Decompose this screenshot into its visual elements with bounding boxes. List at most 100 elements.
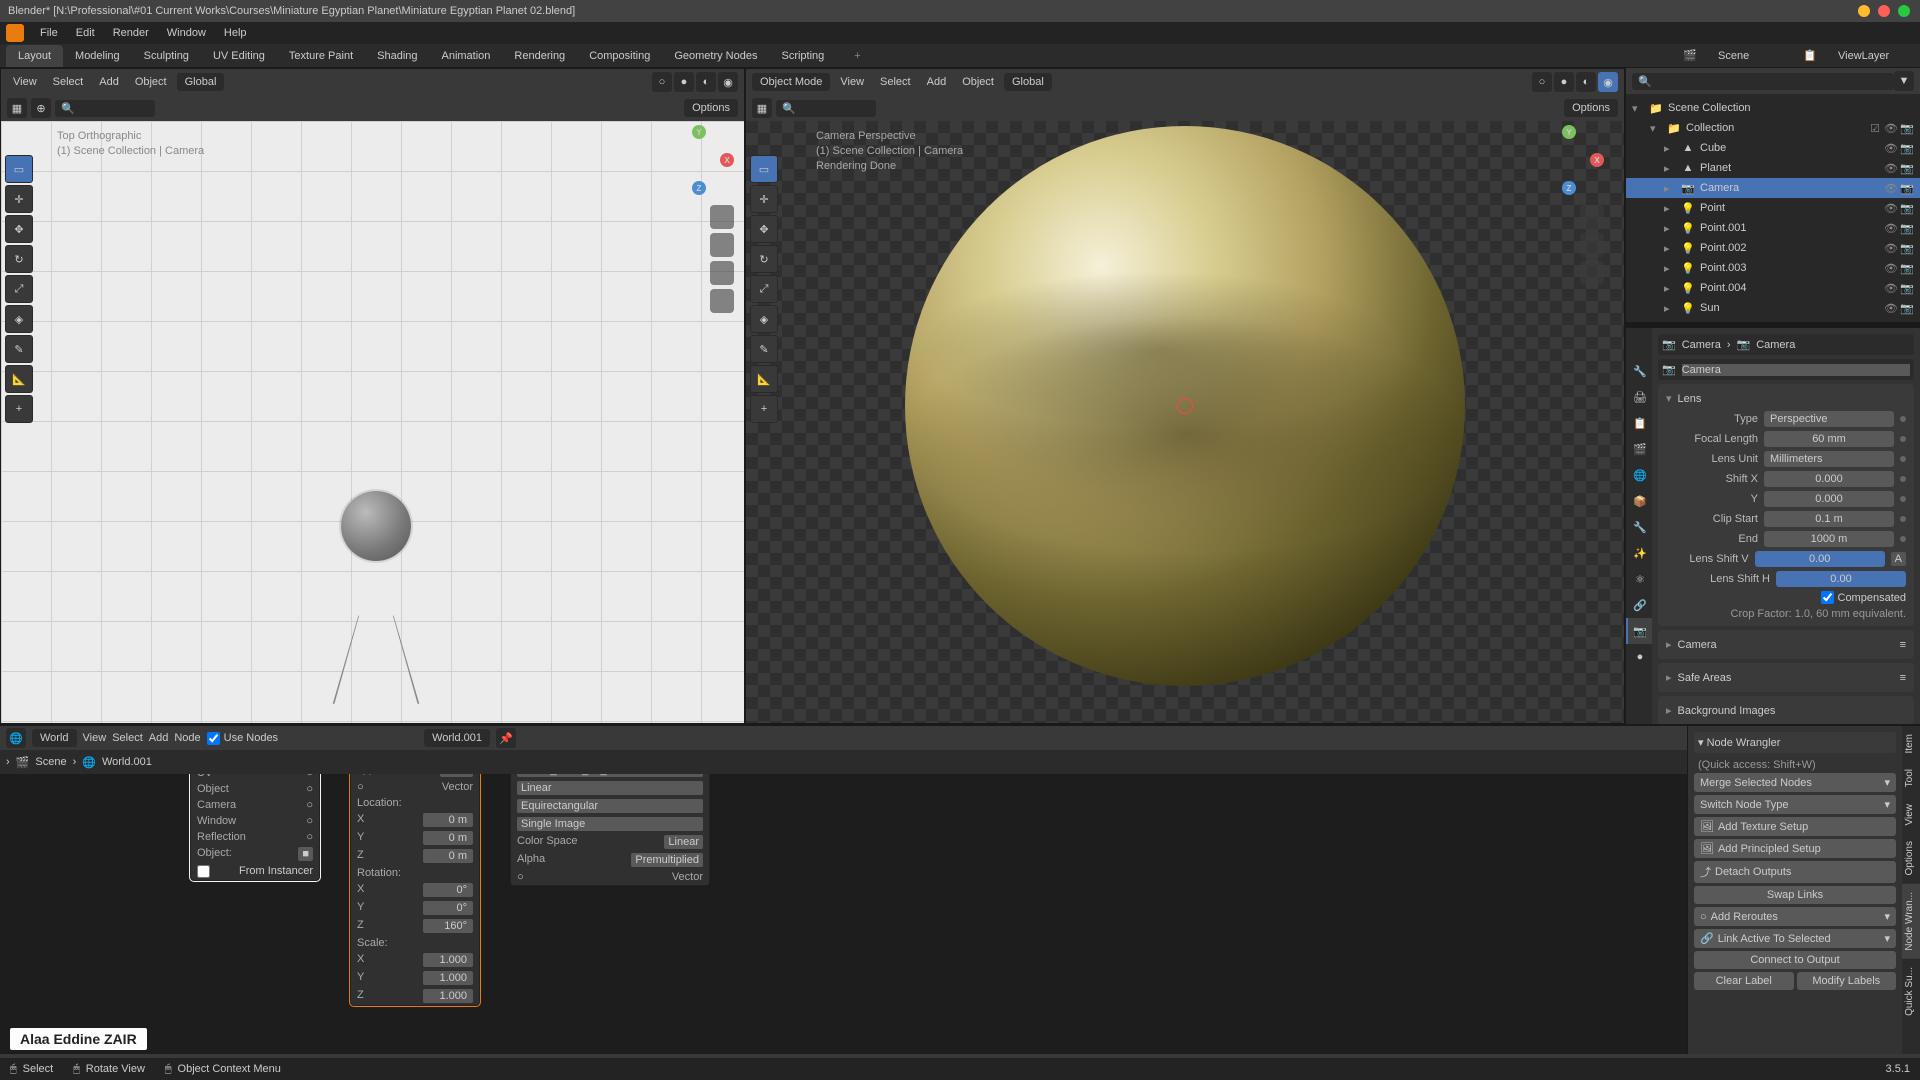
menu-window[interactable]: Window xyxy=(159,24,214,42)
interpolation-dropdown[interactable]: Linear xyxy=(517,781,703,795)
clip-end-field[interactable]: 1000 m xyxy=(1764,531,1894,547)
render-toggle[interactable]: 📷 xyxy=(1900,282,1914,295)
orientation-dropdown[interactable]: Global xyxy=(177,73,225,91)
lens-shift-h-field[interactable]: 0.00 xyxy=(1776,571,1906,587)
menu-file[interactable]: File xyxy=(32,24,66,42)
scale-tool[interactable]: ⤢ xyxy=(750,275,778,303)
world-dropdown[interactable]: World xyxy=(32,729,77,747)
ne-menu-add[interactable]: Add xyxy=(149,732,169,744)
prop-tab-constraints[interactable]: 🔗 xyxy=(1626,592,1652,618)
source-dropdown[interactable]: Single Image xyxy=(517,817,703,831)
options-dropdown[interactable]: Options xyxy=(1564,99,1618,117)
vp-menu-view[interactable]: View xyxy=(834,74,870,90)
blender-logo-icon[interactable] xyxy=(6,24,24,42)
render-toggle[interactable]: 📷 xyxy=(1900,122,1914,135)
outliner-item-point[interactable]: ▸💡Point👁📷 xyxy=(1626,198,1920,218)
options-dropdown[interactable]: Options xyxy=(684,99,738,117)
vtab-quick[interactable]: Quick Su... xyxy=(1902,959,1920,1024)
vp-menu-object[interactable]: Object xyxy=(956,74,1000,90)
clear-label-button[interactable]: Clear Label xyxy=(1694,972,1794,990)
path-scene[interactable]: Scene xyxy=(35,756,66,768)
tab-compositing[interactable]: Compositing xyxy=(577,45,662,67)
zoom-icon[interactable] xyxy=(1580,205,1604,229)
node-canvas[interactable]: UV○ Object○ Camera○ Window○ Reflection○ … xyxy=(0,774,1687,1054)
outliner-item-cube[interactable]: ▸▲Cube👁📷 xyxy=(1626,138,1920,158)
vp-menu-select[interactable]: Select xyxy=(47,74,90,90)
add-tool[interactable]: + xyxy=(5,395,33,423)
type-dropdown[interactable]: Point xyxy=(440,774,473,777)
path-world[interactable]: World.001 xyxy=(102,756,152,768)
viewport-left[interactable]: View Select Add Object Global ○ ● ◐ ◉ ▦ … xyxy=(0,68,745,724)
breadcrumb-object[interactable]: Camera xyxy=(1682,339,1721,351)
colorspace-dropdown[interactable]: Linear xyxy=(664,835,703,849)
add-reroutes-dropdown[interactable]: ○Add Reroutes▾ xyxy=(1694,907,1896,926)
axis-z[interactable]: Z xyxy=(692,181,706,195)
filter-icon[interactable]: ▼ xyxy=(1894,71,1914,91)
tab-geometry-nodes[interactable]: Geometry Nodes xyxy=(662,45,769,67)
lens-shift-v-field[interactable]: 0.00 xyxy=(1755,551,1885,567)
vp-menu-view[interactable]: View xyxy=(7,74,43,90)
transform-tool[interactable]: ◈ xyxy=(750,305,778,333)
menu-edit[interactable]: Edit xyxy=(68,24,103,42)
zoom-icon[interactable] xyxy=(710,205,734,229)
orientation-dropdown[interactable]: Global xyxy=(1004,73,1052,91)
axis-y[interactable]: Y xyxy=(692,125,706,139)
exclude-toggle[interactable]: ☑ xyxy=(1868,122,1882,135)
camera-view-icon[interactable] xyxy=(710,261,734,285)
camera-view-icon[interactable] xyxy=(1580,261,1604,285)
prop-tab-render[interactable]: 🔧 xyxy=(1626,358,1652,384)
tab-uv-editing[interactable]: UV Editing xyxy=(201,45,277,67)
vtab-item[interactable]: Item xyxy=(1902,726,1920,761)
camera-viewport-canvas[interactable] xyxy=(746,121,1624,723)
move-tool[interactable]: ✥ xyxy=(5,215,33,243)
shading-material-icon[interactable]: ◐ xyxy=(696,72,716,92)
render-toggle[interactable]: 📷 xyxy=(1900,202,1914,215)
outliner-collection[interactable]: ▾ 📁 Collection ☑👁📷 xyxy=(1626,118,1920,138)
texture-coordinate-node[interactable]: UV○ Object○ Camera○ Window○ Reflection○ … xyxy=(190,774,320,881)
render-toggle[interactable]: 📷 xyxy=(1900,162,1914,175)
outliner-item-point-003[interactable]: ▸💡Point.003👁📷 xyxy=(1626,258,1920,278)
pan-icon[interactable] xyxy=(1580,233,1604,257)
annotate-tool[interactable]: ✎ xyxy=(750,335,778,363)
section-safe-areas[interactable]: ▸Safe Areas≡ xyxy=(1666,667,1906,688)
shift-x-field[interactable]: 0.000 xyxy=(1764,471,1894,487)
shading-wireframe-icon[interactable]: ○ xyxy=(1532,72,1552,92)
rot-x[interactable]: 0° xyxy=(423,883,473,897)
prop-tab-viewlayer[interactable]: 📋 xyxy=(1626,410,1652,436)
viewport-3d-canvas[interactable] xyxy=(1,121,744,723)
tab-sculpting[interactable]: Sculpting xyxy=(132,45,201,67)
link-active-dropdown[interactable]: 🔗Link Active To Selected▾ xyxy=(1694,929,1896,948)
render-toggle[interactable]: 📷 xyxy=(1900,182,1914,195)
transform-tool[interactable]: ◈ xyxy=(5,305,33,333)
select-tool[interactable]: ▭ xyxy=(750,155,778,183)
shading-rendered-icon[interactable]: ◉ xyxy=(718,72,738,92)
visibility-toggle[interactable]: 👁 xyxy=(1884,262,1898,275)
viewlayer-name-field[interactable]: ViewLayer xyxy=(1830,48,1910,64)
render-toggle[interactable]: 📷 xyxy=(1900,262,1914,275)
mapping-node[interactable]: Type:Point ○Vector Location: X0 m Y0 m Z… xyxy=(350,774,480,1006)
vtab-view[interactable]: View xyxy=(1902,796,1920,834)
vp-menu-add[interactable]: Add xyxy=(93,74,125,90)
image-file-field[interactable]: studio_small_07_... xyxy=(517,774,703,777)
outliner-item-sun[interactable]: ▸💡Sun👁📷 xyxy=(1626,298,1920,318)
minimize-button[interactable] xyxy=(1858,5,1870,17)
render-toggle[interactable]: 📷 xyxy=(1900,222,1914,235)
planet-object[interactable] xyxy=(341,491,411,561)
render-toggle[interactable]: 📷 xyxy=(1900,242,1914,255)
scene-name-field[interactable]: Scene xyxy=(1710,48,1790,64)
prop-tab-material[interactable]: ● xyxy=(1626,644,1652,670)
nav-gizmo[interactable]: X Y Z xyxy=(664,125,734,195)
ne-menu-select[interactable]: Select xyxy=(112,732,143,744)
shading-solid-icon[interactable]: ● xyxy=(674,72,694,92)
vtab-options[interactable]: Options xyxy=(1902,833,1920,883)
prop-tab-modifiers[interactable]: 🔧 xyxy=(1626,514,1652,540)
visibility-toggle[interactable]: 👁 xyxy=(1884,302,1898,315)
lens-type-dropdown[interactable]: Perspective xyxy=(1764,411,1894,427)
scale-y[interactable]: 1.000 xyxy=(423,971,473,985)
search-input[interactable]: 🔍 xyxy=(55,100,155,117)
visibility-toggle[interactable]: 👁 xyxy=(1884,122,1898,135)
pin-icon[interactable]: 📌 xyxy=(496,728,516,748)
prop-tab-physics[interactable]: ⚛ xyxy=(1626,566,1652,592)
outliner-item-point-004[interactable]: ▸💡Point.004👁📷 xyxy=(1626,278,1920,298)
ne-menu-node[interactable]: Node xyxy=(174,732,200,744)
